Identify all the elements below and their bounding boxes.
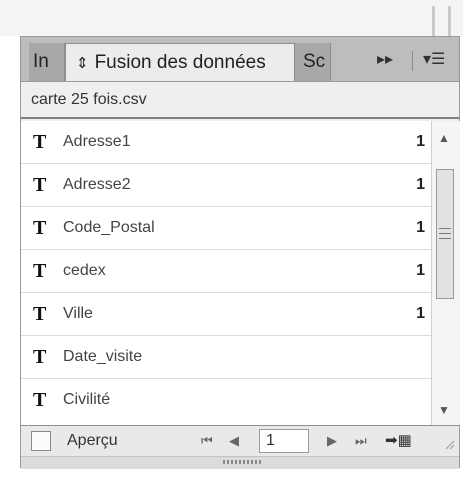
field-row[interactable]: T Civilité <box>21 379 431 422</box>
field-name: Ville <box>63 305 93 322</box>
field-name: Date_visite <box>63 348 143 365</box>
create-merged-document-icon[interactable]: ➡▦ <box>385 431 412 449</box>
panel-footer: Aperçu ⏮ ◀ ▶ ⏭ ➡▦ <box>21 426 459 456</box>
tab-label: Fusion des données <box>94 52 266 73</box>
field-list: T Adresse1 1 T Adresse2 1 T Code_Postal … <box>21 121 460 426</box>
top-strip <box>0 0 463 36</box>
preview-label: Aperçu <box>67 432 118 449</box>
first-record-icon[interactable]: ⏮ <box>201 433 213 449</box>
text-field-icon: T <box>33 389 47 411</box>
data-source-filename: carte 25 fois.csv <box>21 81 459 119</box>
panel-tab-bar: In ⇕ Fusion des données Sc ▸▸ ▾☰ <box>21 37 459 82</box>
toolbar-divider <box>412 51 413 71</box>
field-name: cedex <box>63 262 106 279</box>
splitter-line <box>448 6 451 36</box>
scroll-up-arrow-icon[interactable]: ▲ <box>438 131 450 145</box>
scroll-down-arrow-icon[interactable]: ▼ <box>438 403 450 417</box>
field-name: Civilité <box>63 391 111 408</box>
vertical-scrollbar[interactable]: ▲ ▼ <box>431 121 460 425</box>
splitter-line <box>432 6 435 36</box>
field-row[interactable]: T Adresse2 1 <box>21 164 431 207</box>
preview-checkbox[interactable] <box>31 431 51 451</box>
next-record-icon[interactable]: ▶ <box>327 433 337 449</box>
field-count: 1 <box>416 219 425 236</box>
field-row[interactable]: T Date_visite <box>21 336 431 379</box>
field-count: 1 <box>416 133 425 150</box>
last-record-icon[interactable]: ⏭ <box>355 433 367 449</box>
tab-data-merge[interactable]: ⇕ Fusion des données <box>65 43 295 81</box>
field-name: Code_Postal <box>63 219 155 236</box>
thumb-grip-line <box>439 238 451 239</box>
tab-in[interactable]: In <box>29 43 65 81</box>
field-row[interactable]: T Ville 1 <box>21 293 431 336</box>
field-row[interactable]: T cedex 1 <box>21 250 431 293</box>
text-field-icon: T <box>33 174 47 196</box>
text-field-icon: T <box>33 303 47 325</box>
drag-handle-dots-icon <box>223 460 263 464</box>
text-field-icon: T <box>33 346 47 368</box>
field-name: Adresse1 <box>63 133 131 150</box>
previous-record-icon[interactable]: ◀ <box>229 433 239 449</box>
thumb-grip-line <box>439 228 451 229</box>
field-name: Adresse2 <box>63 176 131 193</box>
panel-resize-handle[interactable] <box>21 456 459 469</box>
tab-label: Sc <box>303 51 326 72</box>
record-number-input[interactable] <box>259 429 309 453</box>
data-merge-panel: In ⇕ Fusion des données Sc ▸▸ ▾☰ carte 25… <box>20 36 460 469</box>
field-row[interactable]: T Code_Postal 1 <box>21 207 431 250</box>
sort-arrows-icon: ⇕ <box>76 55 89 72</box>
tab-label: In <box>33 51 49 72</box>
double-chevron-right-icon[interactable]: ▸▸ <box>377 49 393 69</box>
scrollbar-thumb[interactable] <box>436 169 454 299</box>
text-field-icon: T <box>33 260 47 282</box>
tab-sc[interactable]: Sc <box>295 43 331 81</box>
field-count: 1 <box>416 176 425 193</box>
screen: In ⇕ Fusion des données Sc ▸▸ ▾☰ carte 25… <box>0 0 463 482</box>
text-field-icon: T <box>33 131 47 153</box>
panel-menu-icon[interactable]: ▾☰ <box>423 49 445 69</box>
field-count: 1 <box>416 305 425 322</box>
resize-grip-icon[interactable] <box>445 440 455 450</box>
field-count: 1 <box>416 262 425 279</box>
field-row[interactable]: T Adresse1 1 <box>21 121 431 164</box>
text-field-icon: T <box>33 217 47 239</box>
thumb-grip-line <box>439 233 451 234</box>
